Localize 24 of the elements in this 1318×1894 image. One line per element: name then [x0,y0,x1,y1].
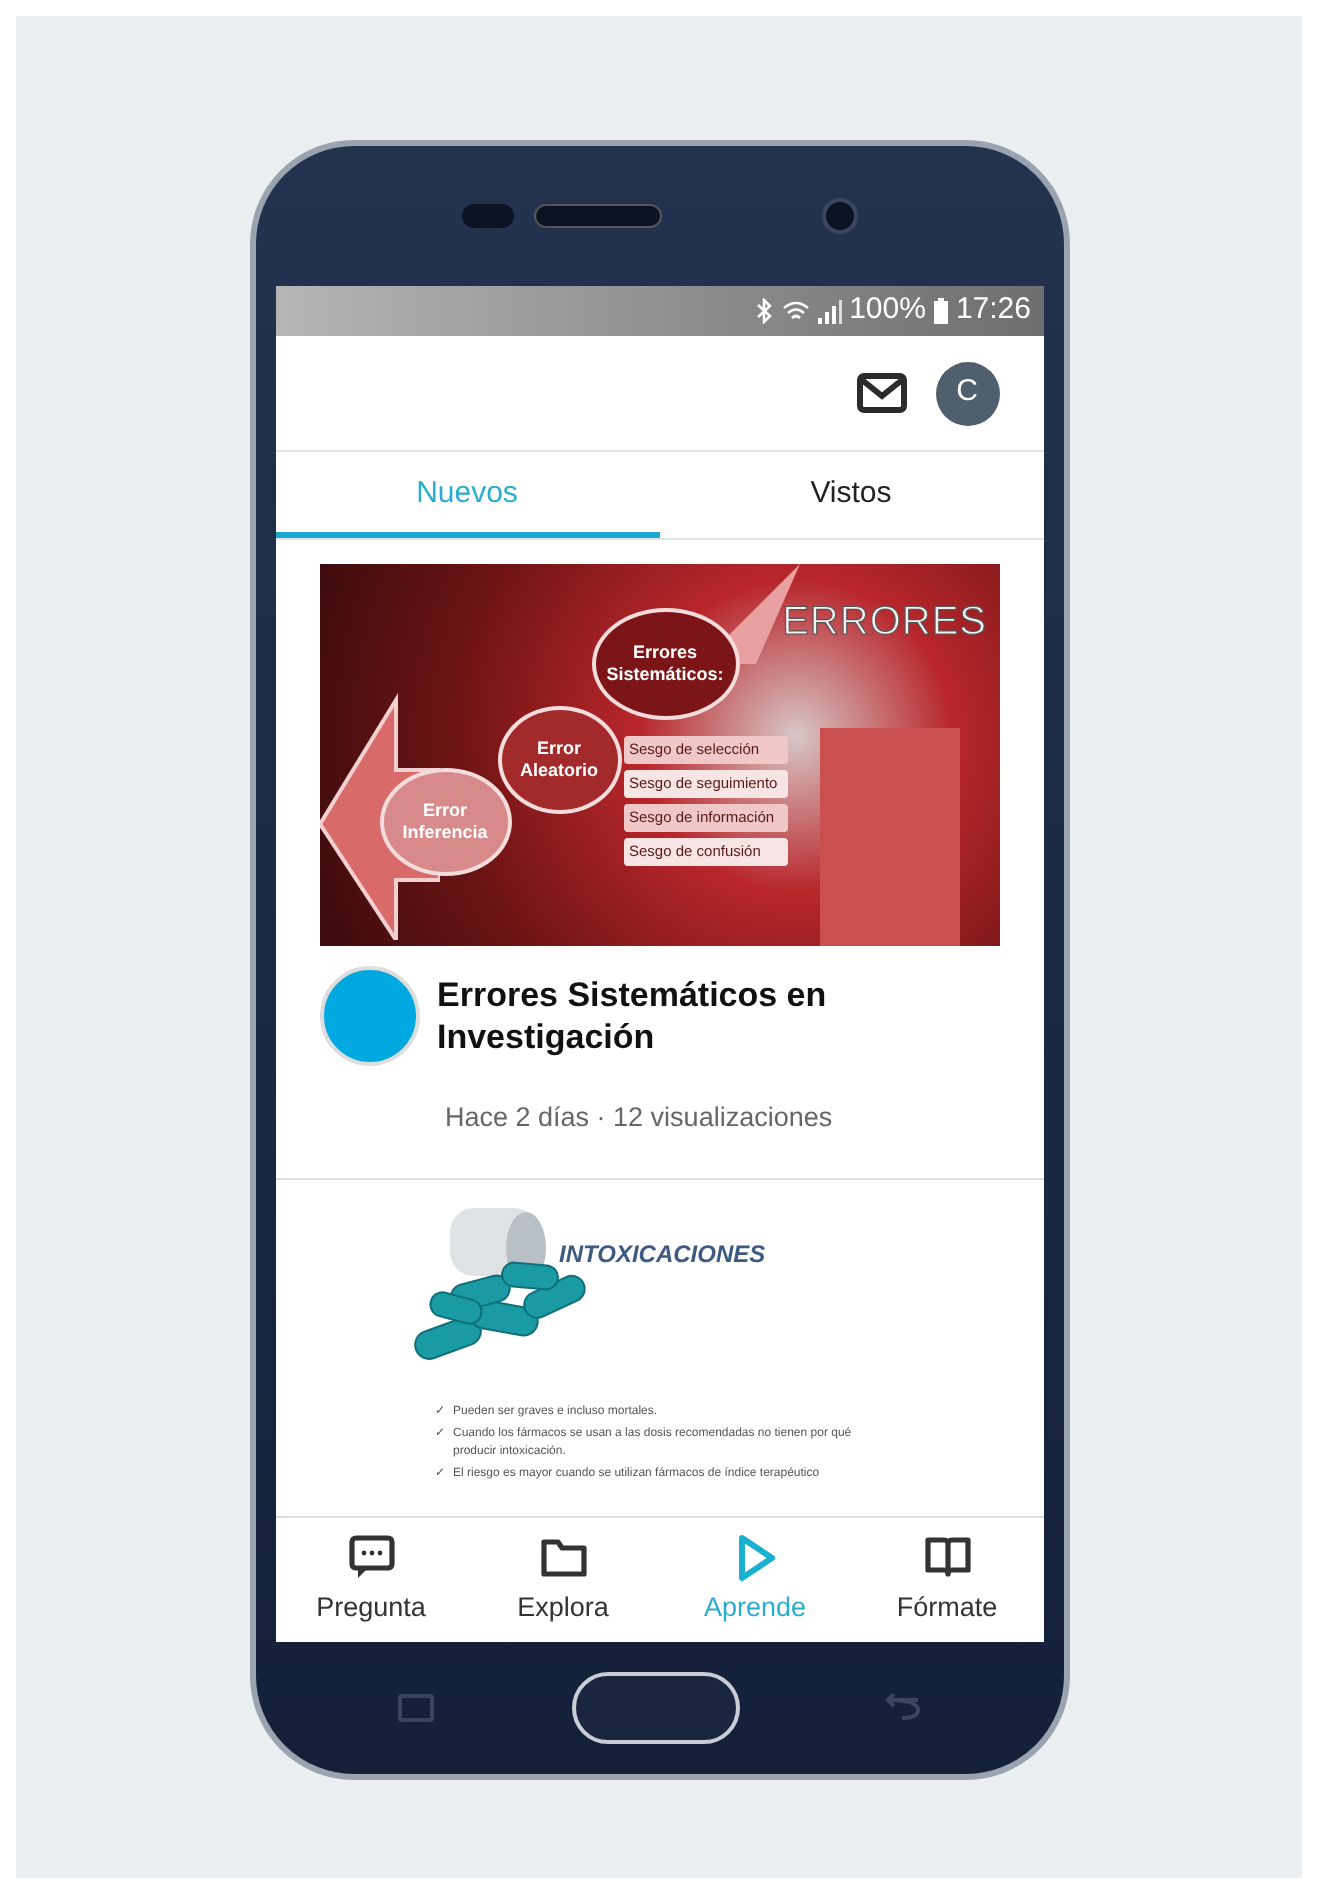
diagram-node: Error Aleatorio [497,706,621,814]
clock: 17:26 [955,290,1031,331]
avatar[interactable]: C [935,361,999,425]
camera-icon [821,198,857,234]
battery-level: 100% [849,290,926,331]
slide-title: ERRORES [782,598,987,648]
wifi-icon [781,299,810,323]
mail-icon[interactable] [855,372,907,414]
bluetooth-icon [755,298,774,324]
chat-icon [345,1531,397,1584]
battery-icon [933,298,948,324]
signal-icon [817,299,842,323]
channel-avatar[interactable] [319,966,419,1066]
tab[interactable]: Vistos [659,452,1043,538]
slide-title: INTOXICACIONES [559,1238,766,1273]
nav-tab[interactable]: Pregunta [275,1518,467,1642]
video-meta: Hace 2 días · 12 visualizaciones [443,1100,835,1136]
home-button[interactable] [571,1672,739,1744]
speaker-grille [533,204,661,228]
video-title[interactable]: Errores Sistemáticos en Investigación [437,974,999,1058]
nav-tab[interactable]: Explora [467,1518,659,1642]
nav-tab[interactable]: Fórmate [851,1518,1043,1642]
diagram-node: Errores Sistemáticos: [591,608,739,720]
sensor-icon [461,204,513,228]
